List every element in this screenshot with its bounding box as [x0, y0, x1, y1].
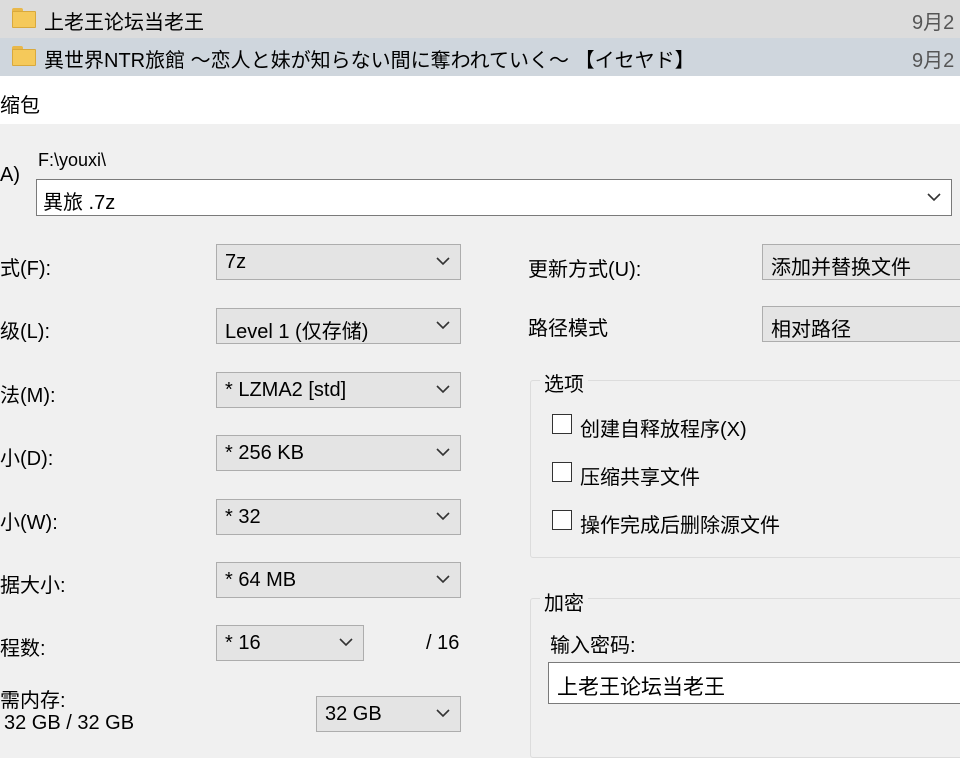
format-label: 式(F):	[0, 258, 52, 280]
delete-after-checkbox-label: 操作完成后删除源文件	[580, 515, 780, 537]
file-row[interactable]: 上老王论坛当老王 9月2	[0, 0, 960, 39]
archive-name-combo[interactable]: 異旅 .7z	[36, 179, 952, 216]
chevron-down-icon	[436, 512, 450, 521]
file-date: 9月2	[912, 50, 955, 72]
encryption-group-title: 加密	[540, 587, 588, 616]
word-size-label: 小(W):	[0, 512, 58, 534]
level-label: 级(L):	[0, 321, 50, 343]
memory-value: 32 GB	[325, 703, 382, 725]
level-select[interactable]: Level 1 (仅存储)	[216, 308, 461, 344]
path-mode-value: 相对路径	[771, 319, 851, 341]
threads-value: * 16	[225, 632, 261, 654]
shared-files-checkbox[interactable]	[552, 462, 572, 482]
threads-max: / 16	[426, 632, 460, 654]
method-value: * LZMA2 [std]	[225, 379, 347, 401]
dialog-title: 缩包	[0, 95, 40, 117]
update-mode-value: 添加并替换文件	[771, 257, 911, 279]
path-mode-select[interactable]: 相对路径	[762, 306, 960, 342]
file-row[interactable]: 異世界NTR旅館 ～恋人と妹が知らない間に奪われていく～ 【イセヤド】 9月2	[0, 38, 960, 77]
chevron-down-icon	[436, 448, 450, 457]
options-group-title: 选项	[540, 368, 588, 397]
word-size-value: * 32	[225, 506, 261, 528]
file-date: 9月2	[912, 12, 955, 34]
memory-select[interactable]: 32 GB	[316, 696, 461, 732]
chevron-down-icon[interactable]	[927, 192, 941, 202]
dialog-title-bar[interactable]: 缩包	[0, 76, 960, 124]
threads-select[interactable]: * 16	[216, 625, 364, 661]
shared-files-checkbox-label: 压缩共享文件	[580, 467, 700, 489]
level-value: Level 1 (仅存储)	[225, 321, 369, 343]
file-name: 異世界NTR旅館 ～恋人と妹が知らない間に奪われていく～ 【イセヤド】	[44, 50, 695, 72]
folder-icon	[12, 8, 36, 28]
update-mode-label: 更新方式(U):	[528, 259, 642, 281]
password-label: 输入密码:	[550, 635, 636, 657]
delete-after-checkbox[interactable]	[552, 510, 572, 530]
dictionary-label: 小(D):	[0, 448, 54, 470]
chevron-down-icon	[436, 321, 450, 330]
file-name: 上老王论坛当老王	[44, 12, 204, 34]
update-mode-select[interactable]: 添加并替换文件	[762, 244, 960, 280]
folder-icon	[12, 46, 36, 66]
method-select[interactable]: * LZMA2 [std]	[216, 372, 461, 408]
solid-block-select[interactable]: * 64 MB	[216, 562, 461, 598]
dictionary-value: * 256 KB	[225, 442, 304, 464]
threads-label: 程数:	[0, 638, 46, 660]
solid-block-label: 据大小:	[0, 575, 66, 597]
sfx-checkbox-label: 创建自释放程序(X)	[580, 419, 747, 441]
chevron-down-icon	[436, 709, 450, 718]
sfx-checkbox[interactable]	[552, 414, 572, 434]
password-value: 上老王论坛当老王	[557, 676, 725, 699]
memory-usage: 32 GB / 32 GB	[4, 712, 135, 734]
format-value: 7z	[225, 251, 247, 273]
password-input[interactable]: 上老王论坛当老王	[548, 662, 960, 704]
memory-label: 需内存:	[0, 690, 66, 712]
dictionary-select[interactable]: * 256 KB	[216, 435, 461, 471]
format-select[interactable]: 7z	[216, 244, 461, 280]
chevron-down-icon	[436, 385, 450, 394]
archive-label: A)	[0, 164, 20, 186]
method-label: 法(M):	[0, 385, 56, 407]
path-mode-label: 路径模式	[528, 318, 608, 340]
archive-folder: F:\youxi\	[38, 150, 107, 170]
chevron-down-icon	[339, 638, 353, 647]
chevron-down-icon	[436, 575, 450, 584]
word-size-select[interactable]: * 32	[216, 499, 461, 535]
archive-name-value: 異旅 .7z	[43, 192, 116, 214]
chevron-down-icon	[436, 257, 450, 266]
solid-block-value: * 64 MB	[225, 569, 297, 591]
